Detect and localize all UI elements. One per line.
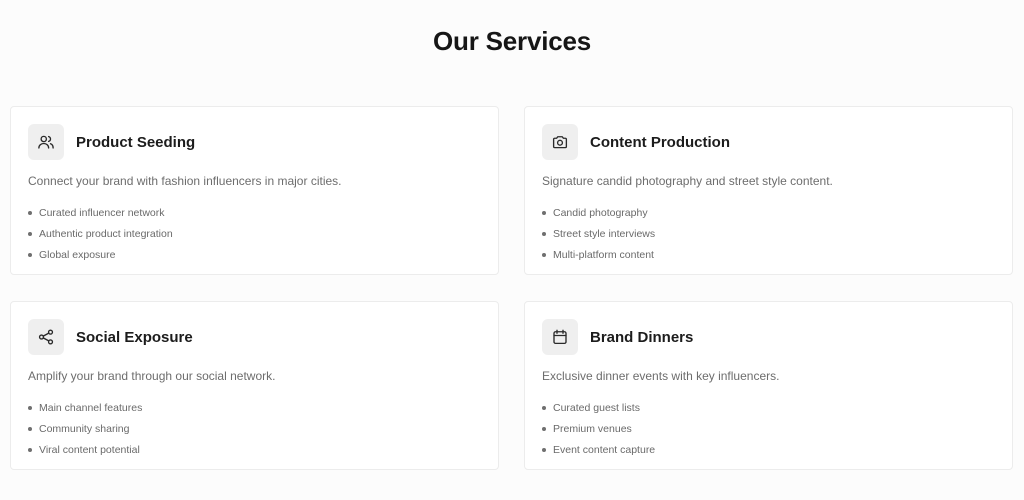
feature-item: Multi-platform content (542, 244, 655, 265)
users-icon (28, 124, 64, 160)
camera-icon (542, 124, 578, 160)
feature-label: Main channel features (39, 401, 143, 414)
bullet-icon (28, 447, 32, 452)
share-icon (28, 319, 64, 355)
bullet-icon (28, 405, 32, 410)
feature-label: Curated influencer network (39, 206, 165, 219)
bullet-icon (28, 210, 32, 215)
service-card-product-seeding: Product Seeding Connect your brand with … (10, 106, 499, 275)
service-card-content-production: Content Production Signature candid phot… (524, 106, 1013, 275)
service-card-social-exposure: Social Exposure Amplify your brand throu… (10, 301, 499, 470)
card-header: Content Production (542, 124, 730, 160)
bullet-icon (542, 210, 546, 215)
card-title: Social Exposure (76, 328, 193, 346)
feature-list: Main channel features Community sharing … (28, 397, 142, 460)
feature-label: Curated guest lists (553, 401, 640, 414)
feature-item: Authentic product integration (28, 223, 173, 244)
feature-label: Event content capture (553, 443, 656, 456)
feature-label: Global exposure (39, 248, 116, 261)
card-header: Brand Dinners (542, 319, 693, 355)
feature-list: Candid photography Street style intervie… (542, 202, 655, 265)
feature-item: Street style interviews (542, 223, 655, 244)
card-title: Brand Dinners (590, 328, 694, 346)
bullet-icon (28, 252, 32, 257)
feature-list: Curated guest lists Premium venues Event… (542, 397, 655, 460)
card-title: Content Production (590, 133, 730, 151)
feature-list: Curated influencer network Authentic pro… (28, 202, 173, 265)
bullet-icon (542, 426, 546, 431)
page-title: Our Services (432, 26, 592, 56)
feature-item: Global exposure (28, 244, 173, 265)
card-title: Product Seeding (76, 133, 196, 151)
feature-item: Event content capture (542, 439, 655, 460)
bullet-icon (542, 447, 546, 452)
feature-label: Street style interviews (553, 227, 656, 240)
service-card-brand-dinners: Brand Dinners Exclusive dinner events wi… (524, 301, 1013, 470)
feature-item: Candid photography (542, 202, 655, 223)
bullet-icon (542, 231, 546, 236)
feature-label: Premium venues (553, 422, 632, 435)
feature-label: Multi-platform content (553, 248, 654, 261)
feature-item: Community sharing (28, 418, 142, 439)
bullet-icon (28, 231, 32, 236)
calendar-icon (542, 319, 578, 355)
card-description: Signature candid photography and street … (542, 174, 833, 188)
feature-item: Premium venues (542, 418, 655, 439)
bullet-icon (28, 426, 32, 431)
card-header: Social Exposure (28, 319, 193, 355)
feature-item: Viral content potential (28, 439, 142, 460)
feature-item: Main channel features (28, 397, 142, 418)
feature-item: Curated guest lists (542, 397, 655, 418)
card-description: Exclusive dinner events with key influen… (542, 369, 780, 383)
feature-label: Candid photography (553, 206, 648, 219)
card-header: Product Seeding (28, 124, 195, 160)
feature-item: Curated influencer network (28, 202, 173, 223)
bullet-icon (542, 252, 546, 257)
card-description: Amplify your brand through our social ne… (28, 369, 276, 383)
card-description: Connect your brand with fashion influenc… (28, 174, 342, 188)
feature-label: Viral content potential (39, 443, 140, 456)
bullet-icon (542, 405, 546, 410)
feature-label: Community sharing (39, 422, 130, 435)
feature-label: Authentic product integration (39, 227, 173, 240)
